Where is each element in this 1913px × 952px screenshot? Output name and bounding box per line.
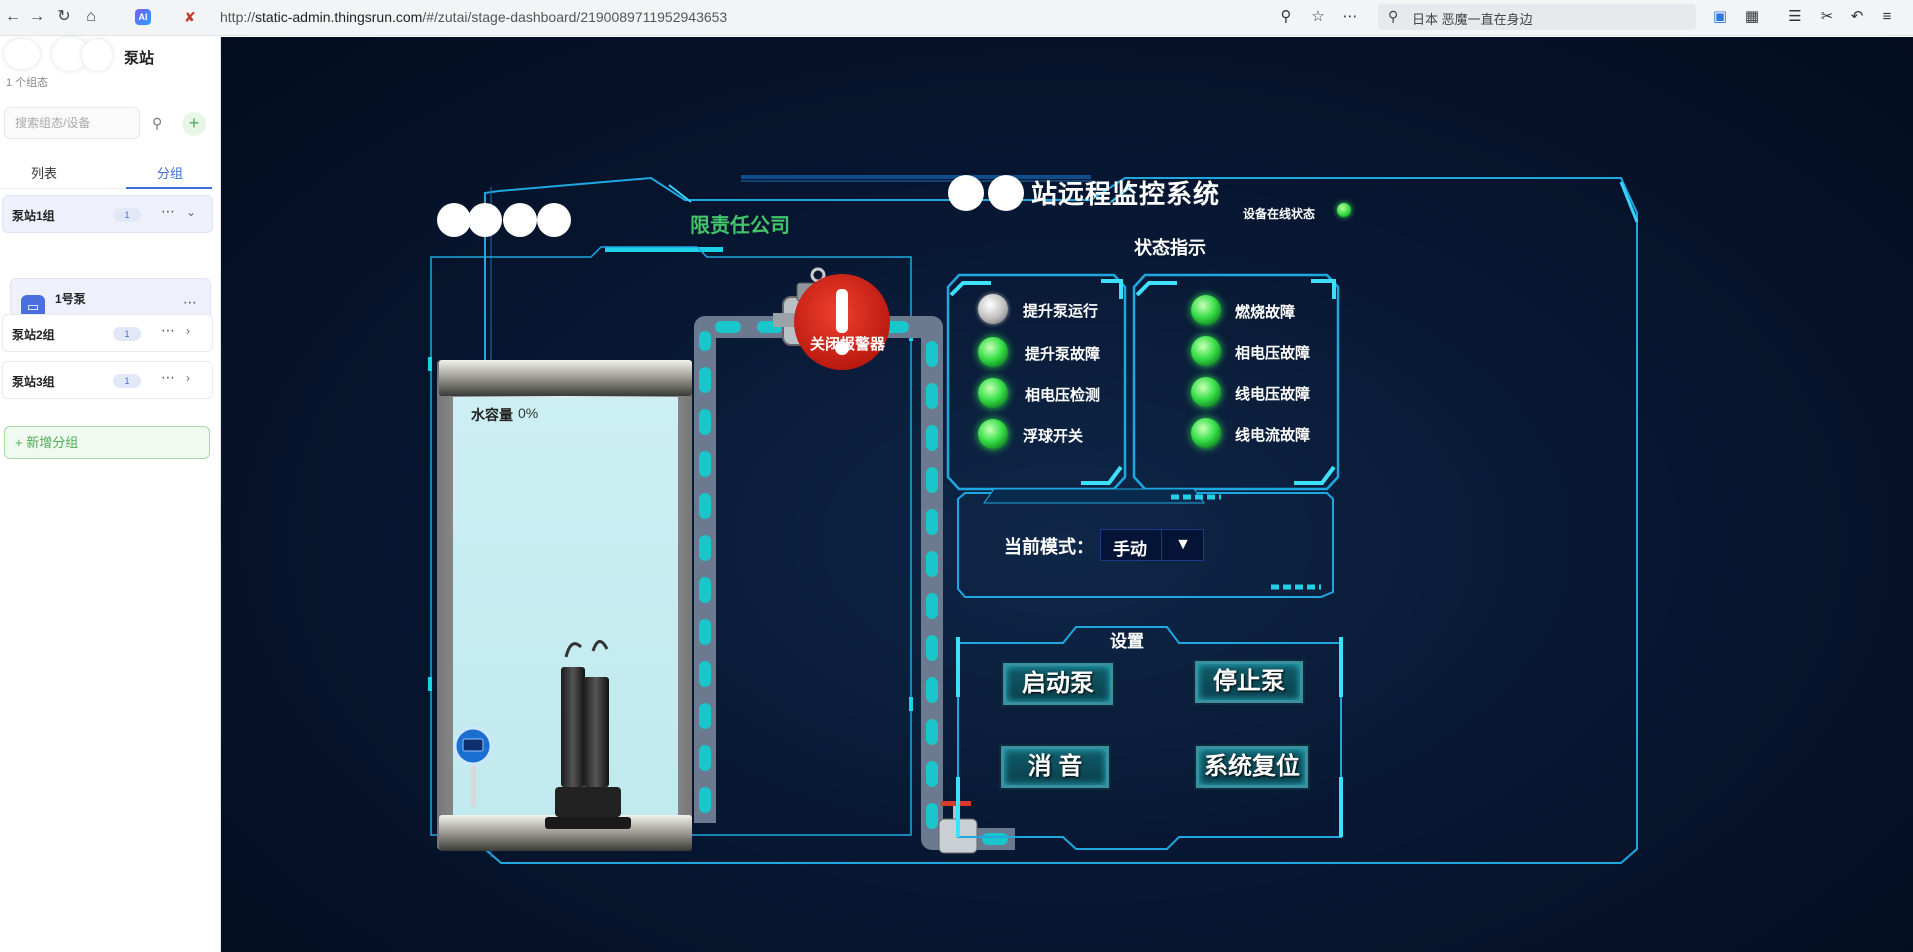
new-group-button[interactable]: + 新增分组 [4, 426, 210, 459]
site-security-icon[interactable]: ✘ [184, 9, 200, 25]
led-pump-fault [978, 337, 1008, 367]
search-text: 日本 恶魔一直在身边 [1412, 12, 1533, 27]
more-icon[interactable]: ⋯ [1340, 7, 1360, 27]
settings-title: 设置 [1110, 632, 1144, 651]
redaction-blot [82, 39, 112, 71]
mute-button[interactable]: 消 音 [1001, 746, 1109, 788]
start-pump-button[interactable]: 启动泵 [1003, 663, 1113, 705]
company-redaction [437, 203, 571, 237]
status-label-burn-fault: 燃烧故障 [1235, 304, 1296, 321]
group-item-2[interactable]: 泵站2组 1 ⋯ › [2, 314, 213, 352]
menu-icon[interactable]: ≡ [1877, 7, 1897, 27]
pipe-flow-dots [699, 321, 1017, 845]
frame-accent [428, 677, 432, 691]
pipe-system [694, 316, 1015, 850]
led-line-current-fault [1191, 418, 1221, 448]
alarm-icon [794, 274, 890, 370]
url-host: static-admin.thingsrun.com [255, 9, 423, 25]
status-label-line-current-fault: 线电流故障 [1235, 427, 1311, 444]
dropdown-arrow-icon[interactable]: ▼ [1161, 530, 1204, 560]
close-alarm-button[interactable]: 关闭报警器 [810, 333, 885, 354]
mode-value: 手动 [1113, 540, 1147, 559]
search-field[interactable] [4, 107, 140, 139]
url-path: /#/zutai/stage-dashboard/219008971195294… [422, 9, 728, 25]
search-icon[interactable]: ⚲ [152, 115, 162, 132]
forward-icon[interactable]: → [26, 6, 48, 28]
led-phase-voltage-fault [1191, 336, 1221, 366]
status-label-pump-running: 提升泵运行 [1023, 303, 1099, 320]
stop-pump-button[interactable]: 停止泵 [1195, 661, 1303, 703]
group-count-badge: 1 [113, 208, 141, 222]
redaction-blot [4, 39, 40, 69]
ai-assistant-icon[interactable]: AI [135, 9, 151, 25]
sidebar: 泵站 1 个组态 ⚲ + 列表 分组 泵站1组 1 ⋯ ⌄ ▭ 1号泵 电控箱 … [0, 37, 221, 952]
more-icon[interactable]: ⋯ [161, 322, 175, 339]
status-label-pump-fault: 提升泵故障 [1025, 346, 1101, 363]
tab-group[interactable]: 分组 [157, 163, 183, 182]
group-name: 泵站1组 [12, 209, 55, 223]
undo-icon[interactable]: ↶ [1847, 7, 1867, 27]
url-scheme: http:// [220, 9, 256, 25]
led-burn-fault [1191, 295, 1221, 325]
more-icon[interactable]: ⋯ [161, 369, 175, 386]
back-icon[interactable]: ← [2, 6, 24, 28]
url-text[interactable]: http://static-admin.thingsrun.com/#/zuta… [220, 9, 727, 25]
water-capacity-value: 0% [518, 405, 539, 421]
frame-accent [428, 357, 432, 371]
dashboard-canvas: 站远程监控系统 限责任公司 设备在线状态 关闭报警器 水容量 0% 状态指示 提… [221, 37, 1913, 952]
bookmark-star-icon[interactable]: ☆ [1308, 7, 1328, 27]
more-icon[interactable]: ⋯ [161, 203, 175, 220]
water-capacity-label: 水容量 [471, 407, 513, 423]
company-name: 限责任公司 [690, 215, 790, 237]
status-label-line-voltage-fault: 线电压故障 [1235, 386, 1311, 403]
apps-grid-icon[interactable]: ▦ [1742, 7, 1762, 27]
group-name: 泵站2组 [12, 328, 55, 342]
zoom-icon[interactable]: ⚲ [1276, 7, 1296, 27]
frame-accent [1619, 181, 1639, 223]
online-status-label: 设备在线状态 [1243, 207, 1316, 221]
device-name: 1号泵 [55, 292, 86, 306]
led-float-switch [978, 419, 1008, 449]
group-name: 泵站3组 [12, 375, 55, 389]
sidebar-subtitle: 1 个组态 [6, 77, 49, 89]
status-label-float-switch: 浮球开关 [1023, 428, 1084, 445]
dashboard-title: 站远程监控系统 [1031, 179, 1221, 209]
reload-icon[interactable]: ↻ [53, 6, 75, 28]
add-button[interactable]: + [182, 112, 206, 136]
tab-list[interactable]: 列表 [31, 163, 57, 182]
system-reset-button[interactable]: 系统复位 [1196, 746, 1308, 788]
home-icon[interactable]: ⌂ [80, 6, 102, 28]
tabs: 列表 分组 [0, 155, 214, 189]
led-line-voltage-fault [1191, 377, 1221, 407]
mode-label: 当前模式： [1004, 537, 1094, 557]
active-tab-indicator [126, 187, 212, 189]
frame-accent [909, 697, 913, 711]
status-label-phase-voltage-fault: 相电压故障 [1235, 345, 1311, 362]
group-item-1[interactable]: 泵站1组 1 ⋯ ⌄ [2, 195, 213, 233]
chevron-right-icon[interactable]: › [186, 371, 190, 385]
browser-toolbar: ← → ↻ ⌂ AI http://static-admin.thingsrun… [0, 0, 1913, 36]
led-phase-voltage-detect [978, 378, 1008, 408]
frame-accent [668, 184, 692, 203]
search-input[interactable] [5, 108, 139, 138]
browser-search-box[interactable]: ⚲ 日本 恶魔一直在身边 [1378, 4, 1696, 30]
group-item-3[interactable]: 泵站3组 1 ⋯ › [2, 361, 213, 399]
translate-icon[interactable]: ▣ [1710, 7, 1730, 27]
status-panel-title: 状态指示 [1134, 238, 1206, 258]
status-label-phase-voltage-detect: 相电压检测 [1025, 387, 1101, 404]
address-bar[interactable]: http://static-admin.thingsrun.com/#/zuta… [172, 4, 1372, 30]
chevron-right-icon[interactable]: › [186, 324, 190, 338]
chevron-down-icon[interactable]: ⌄ [186, 205, 196, 219]
mode-select[interactable]: 手动 ▼ [1100, 529, 1204, 561]
screenshot-icon[interactable]: ✂ [1817, 7, 1837, 27]
group-count-badge: 1 [113, 327, 141, 341]
search-icon: ⚲ [1388, 8, 1399, 24]
more-icon[interactable]: ⋯ [183, 294, 197, 311]
online-status-indicator [1337, 203, 1351, 217]
led-pump-running [978, 294, 1008, 324]
sidebar-title: 泵站 [124, 50, 155, 67]
favorites-icon[interactable]: ☰ [1785, 7, 1805, 27]
title-redaction [948, 175, 1024, 211]
group-count-badge: 1 [113, 374, 141, 388]
